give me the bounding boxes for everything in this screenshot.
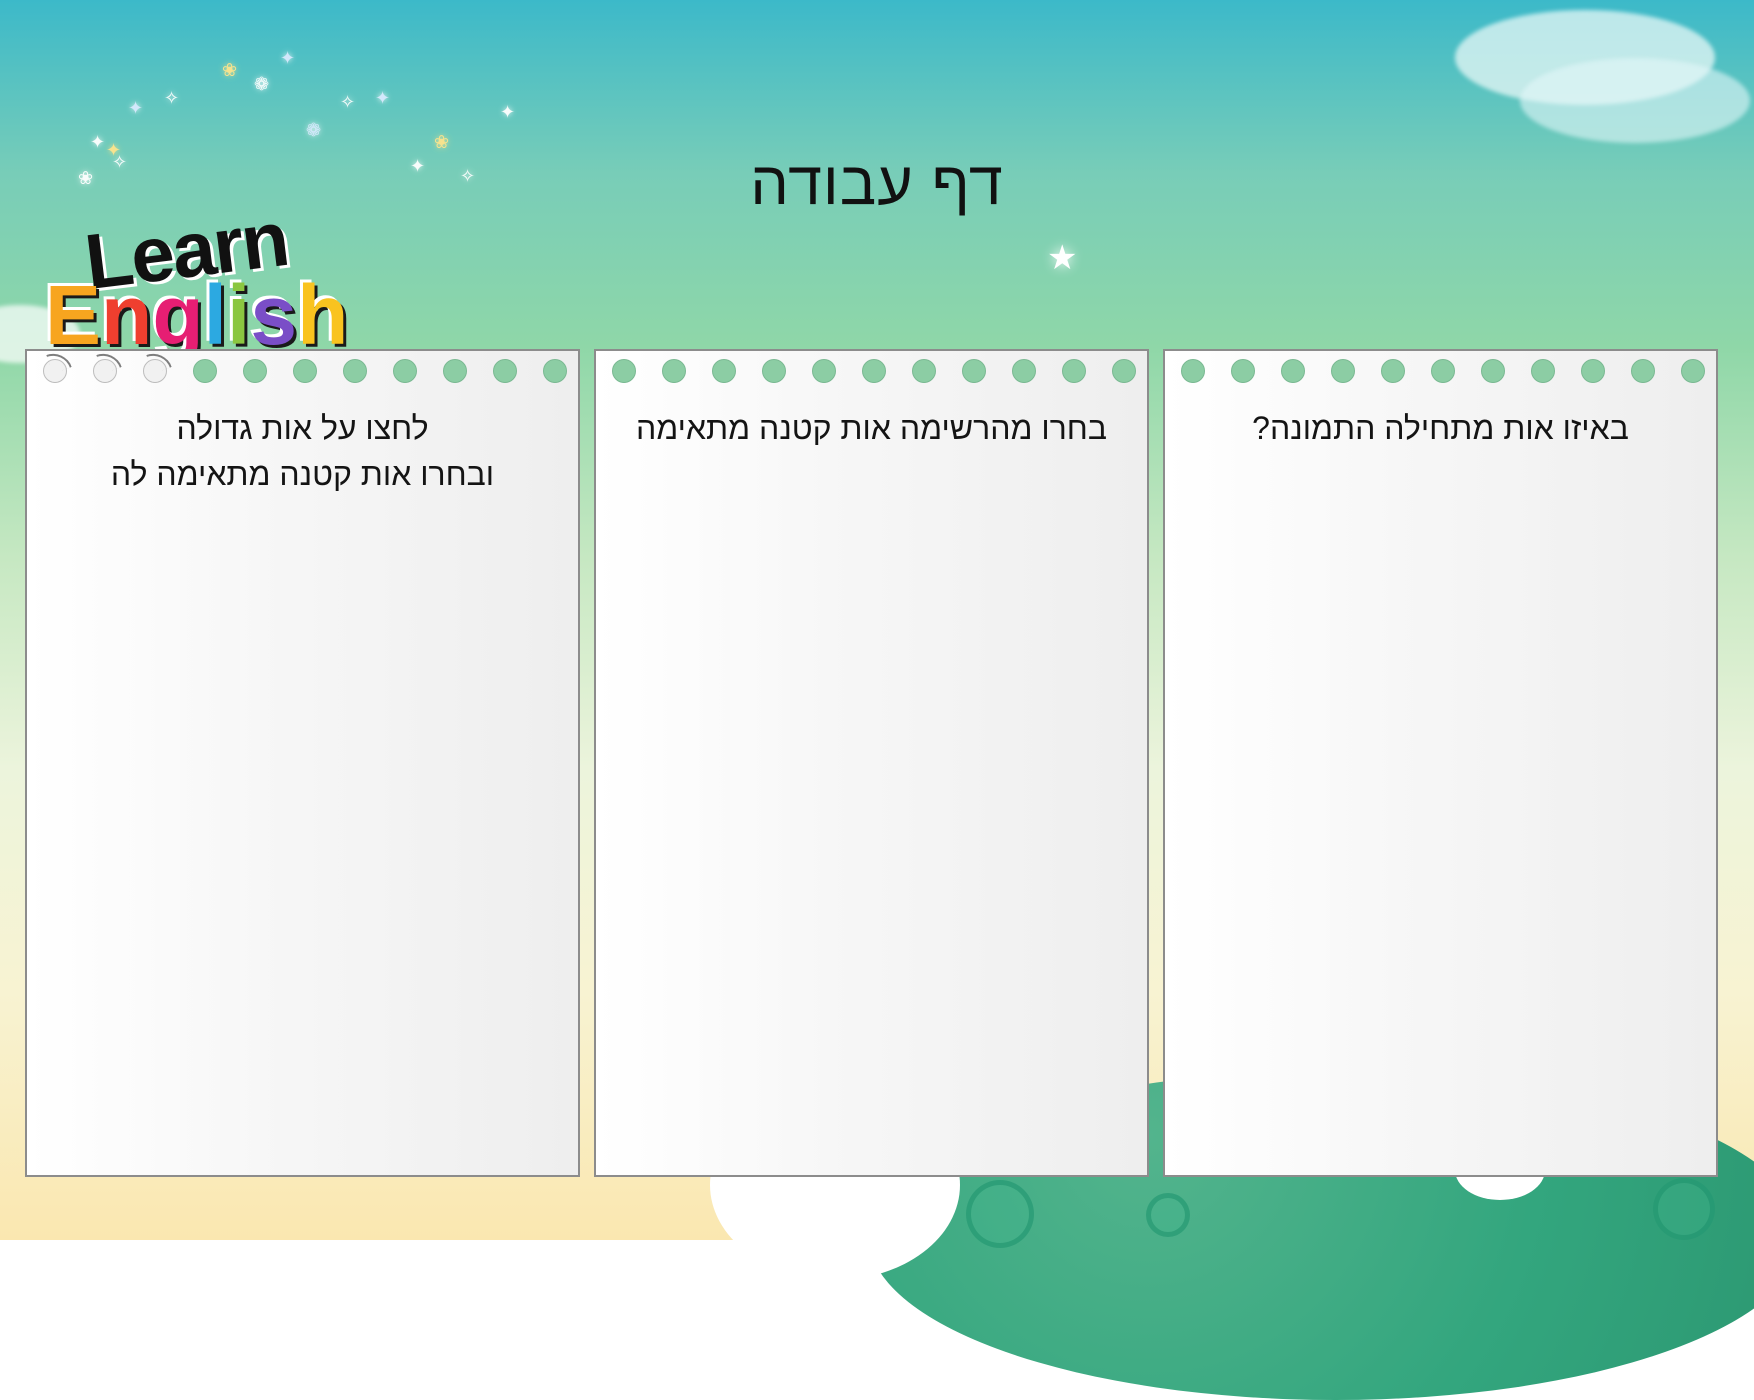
binding-hole: [962, 359, 986, 383]
binding-hole: [1181, 359, 1205, 383]
sparkle-icon: ✦: [106, 140, 122, 161]
binding-hole: [1331, 359, 1355, 383]
binding-hole: [762, 359, 786, 383]
spiral-holes: [1165, 359, 1716, 391]
star-icon: ★: [1047, 238, 1078, 278]
binding-hole: [1012, 359, 1036, 383]
binding-hole: [1681, 359, 1705, 383]
spiral-holes: [596, 359, 1147, 391]
panel-right-text: באיזו אות מתחילה התמונה?: [1252, 410, 1629, 446]
cloud-top-right-back: [1520, 58, 1750, 143]
binding-hole: [1631, 359, 1655, 383]
panel-left-line-2: ובחרו אות קטנה מתאימה לה: [110, 456, 495, 492]
panel-middle: בחרו מהרשימה אות קטנה מתאימה: [594, 349, 1149, 1177]
panel-left: לחצו על אות גדולה ובחרו אות קטנה מתאימה …: [25, 349, 580, 1177]
binding-hole: [493, 359, 517, 383]
sparkle-icon: ❀: [434, 132, 450, 153]
sparkle-icon: ✦: [128, 98, 144, 119]
binding-hole: [862, 359, 886, 383]
sparkle-icon: ❀: [222, 60, 238, 81]
binding-hole: [193, 359, 217, 383]
sparkle-icon: ✧: [164, 88, 180, 109]
panel-left-line-1: לחצו על אות גדולה: [176, 410, 429, 446]
binding-hole: [1581, 359, 1605, 383]
sparkle-icon: ❀: [78, 168, 94, 189]
sparkle-icon: ✦: [90, 132, 106, 153]
binding-hole: [293, 359, 317, 383]
panel-left-text: לחצו על אות גדולה ובחרו אות קטנה מתאימה …: [41, 405, 564, 497]
sparkle-icon: ✦: [280, 48, 296, 69]
binding-hole: [1431, 359, 1455, 383]
binding-hole: [662, 359, 686, 383]
binding-hole: [712, 359, 736, 383]
sparkle-icon: ✧: [340, 92, 356, 113]
hill-spot: [1653, 1178, 1715, 1240]
binding-hole: [1531, 359, 1555, 383]
binding-hole: [443, 359, 467, 383]
page-title: דף עבודה: [750, 149, 1004, 217]
panel-right: באיזו אות מתחילה התמונה?: [1163, 349, 1718, 1177]
sparkle-icon: ❁: [254, 74, 270, 95]
sparkle-icon: ✦: [410, 156, 426, 177]
binding-hole: [1231, 359, 1255, 383]
sparkle-icon: ✧: [460, 166, 476, 187]
spiral-holes: [27, 351, 578, 391]
binding-hole: [1281, 359, 1305, 383]
binding-hole: [912, 359, 936, 383]
binding-hole: [393, 359, 417, 383]
sparkle-icon: ✦: [375, 88, 391, 109]
binding-hole: [243, 359, 267, 383]
binding-hole: [1112, 359, 1136, 383]
sparkle-trail: ✦ ✧ ❀ ❁ ✦ ✧ ✦ ❀ ✧ ✦ ❁ ✦ ✧ ✦ ❀ ✦: [70, 50, 590, 210]
hill-spot: [1146, 1193, 1190, 1237]
sparkle-icon: ❁: [306, 120, 322, 141]
binding-hole: [343, 359, 367, 383]
binding-hole: [812, 359, 836, 383]
binding-hole: [1381, 359, 1405, 383]
binding-hole: [1062, 359, 1086, 383]
binding-hole: [612, 359, 636, 383]
binding-hole: [543, 359, 567, 383]
panel-middle-text: בחרו מהרשימה אות קטנה מתאימה: [636, 410, 1107, 446]
binding-hole: [1481, 359, 1505, 383]
sparkle-icon: ✦: [500, 102, 516, 123]
hill-spot: [966, 1180, 1034, 1248]
